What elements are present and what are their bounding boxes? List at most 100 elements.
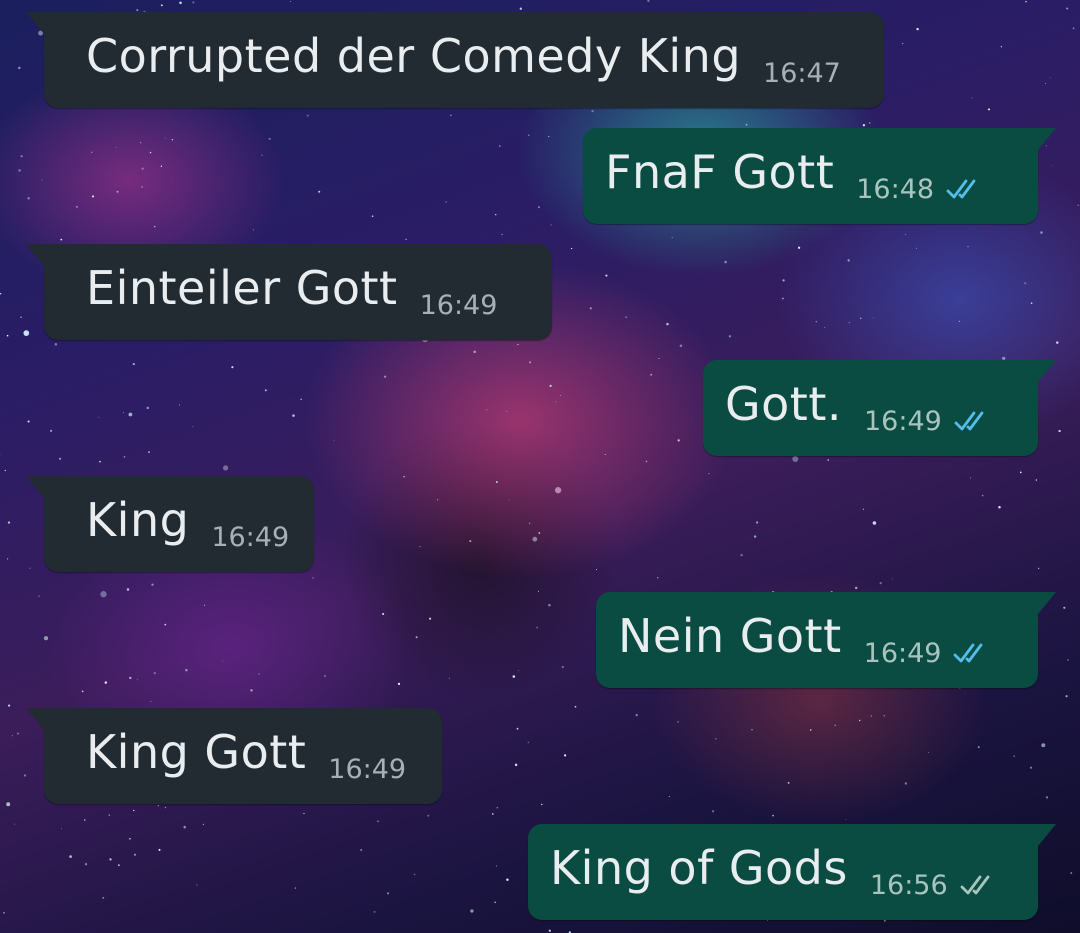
message-bubble-incoming[interactable]: King Gott 16:49 xyxy=(26,708,442,804)
message-text: Gott. xyxy=(725,377,842,431)
star xyxy=(809,729,812,731)
message-meta: 16:48 xyxy=(856,174,986,205)
message-bubble-incoming[interactable]: Corrupted der Comedy King 16:47 xyxy=(26,12,884,108)
star xyxy=(151,583,154,586)
star xyxy=(904,233,907,236)
star xyxy=(84,863,88,866)
star xyxy=(157,805,159,807)
star xyxy=(160,165,163,167)
star xyxy=(824,326,826,328)
star xyxy=(196,884,198,886)
star xyxy=(506,878,509,882)
star xyxy=(140,142,142,144)
star xyxy=(751,729,753,731)
star xyxy=(268,137,271,140)
star xyxy=(1000,46,1003,48)
star xyxy=(915,247,917,249)
star xyxy=(20,316,22,319)
star xyxy=(171,139,174,141)
star xyxy=(192,426,194,428)
star xyxy=(1037,567,1040,570)
message-bubble-outgoing[interactable]: Gott. 16:49 xyxy=(703,360,1056,456)
star xyxy=(23,330,30,336)
star xyxy=(519,7,522,10)
star xyxy=(4,469,6,472)
star xyxy=(11,735,13,737)
star xyxy=(516,727,519,730)
star xyxy=(528,522,531,524)
star xyxy=(27,420,30,423)
star xyxy=(129,837,131,840)
star xyxy=(126,588,130,591)
star xyxy=(150,700,152,702)
message-bubble-outgoing[interactable]: King of Gods 16:56 xyxy=(528,824,1056,920)
star xyxy=(872,521,877,525)
star xyxy=(532,536,538,542)
star xyxy=(1065,695,1068,698)
star xyxy=(306,114,309,117)
star xyxy=(154,226,156,228)
star xyxy=(123,456,126,458)
star xyxy=(491,813,494,815)
star xyxy=(561,665,564,669)
star xyxy=(496,865,497,867)
star xyxy=(20,155,23,158)
star xyxy=(41,179,43,181)
star xyxy=(183,825,186,829)
message-bubble-outgoing[interactable]: FnaF Gott 16:48 xyxy=(583,128,1056,224)
star xyxy=(847,259,850,262)
star xyxy=(559,395,561,397)
star xyxy=(666,322,669,326)
star xyxy=(650,373,653,376)
star xyxy=(258,673,260,675)
star xyxy=(54,343,58,346)
message-time: 16:49 xyxy=(211,521,290,553)
star xyxy=(767,919,769,921)
star xyxy=(541,803,543,806)
star xyxy=(133,809,135,812)
star xyxy=(164,806,167,809)
star xyxy=(115,146,117,148)
message-text: King Gott xyxy=(86,725,307,779)
star xyxy=(469,540,472,543)
star xyxy=(904,782,908,785)
star xyxy=(415,636,418,639)
star xyxy=(550,224,552,226)
star xyxy=(23,774,27,777)
star xyxy=(250,689,253,692)
star xyxy=(303,812,305,815)
star xyxy=(494,213,497,216)
star xyxy=(548,929,551,932)
star xyxy=(69,855,72,858)
star xyxy=(98,416,100,418)
message-bubble-incoming[interactable]: King 16:49 xyxy=(26,476,314,572)
star xyxy=(496,806,499,809)
star xyxy=(473,350,476,354)
star xyxy=(635,713,638,717)
star xyxy=(429,617,432,620)
message-bubble-outgoing[interactable]: Nein Gott 16:49 xyxy=(596,592,1056,688)
star xyxy=(231,366,234,369)
star xyxy=(1056,341,1059,344)
star xyxy=(517,669,519,671)
star xyxy=(495,481,498,483)
star xyxy=(164,137,166,139)
message-time: 16:49 xyxy=(863,637,942,669)
star xyxy=(333,440,335,442)
star xyxy=(548,603,551,607)
star xyxy=(1024,282,1027,285)
star xyxy=(18,169,21,172)
star xyxy=(797,246,801,249)
message-bubble-incoming[interactable]: Einteiler Gott 16:49 xyxy=(26,244,552,340)
star xyxy=(517,344,519,346)
message-time: 16:49 xyxy=(328,753,407,785)
star xyxy=(141,167,144,171)
star xyxy=(0,292,2,295)
star xyxy=(508,499,510,501)
message-meta: 16:49 xyxy=(864,406,994,437)
star xyxy=(192,1,195,4)
star xyxy=(27,197,30,200)
star xyxy=(0,454,1,455)
star xyxy=(870,715,873,717)
star xyxy=(528,134,530,136)
